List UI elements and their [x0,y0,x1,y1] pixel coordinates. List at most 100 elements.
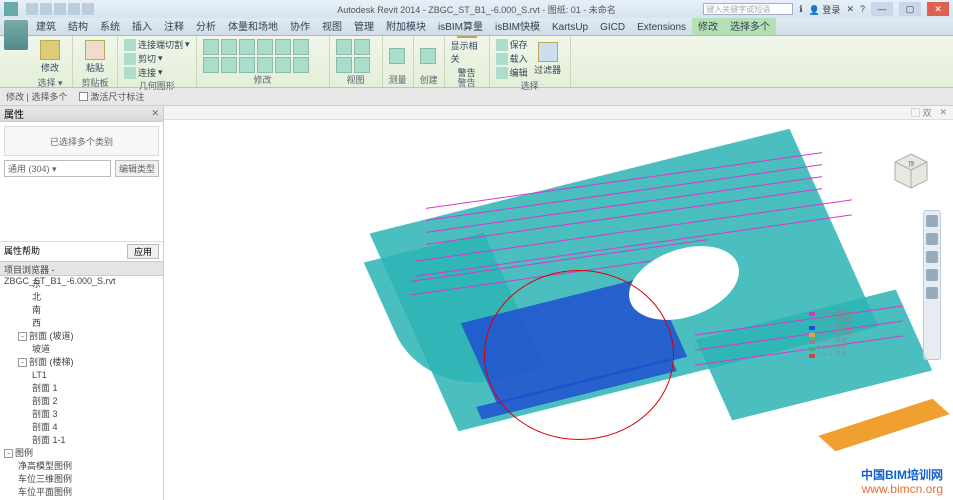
tab-massing[interactable]: 体量和场地 [222,16,284,35]
type-selector[interactable]: 通用 (304) ▾ [4,160,111,177]
tab-isbim-model[interactable]: isBIM快模 [489,16,546,35]
view-tool3-icon[interactable] [336,57,352,73]
tree-node[interactable]: -图例 [4,447,163,460]
delete-icon[interactable] [293,57,309,73]
exchange-icon[interactable]: ✕ [846,4,854,15]
zoom-icon[interactable] [926,251,938,263]
panel-title-selection: 选择 [496,79,564,93]
panel-title-warning: 警告 [451,76,483,90]
tab-architecture[interactable]: 建筑 [30,16,62,35]
properties-close-icon[interactable]: ✕ [151,108,159,119]
tree-node[interactable]: 剖面 1 [4,382,163,395]
split-icon[interactable] [221,57,237,73]
pin-icon[interactable] [275,57,291,73]
pan-icon[interactable] [926,233,938,245]
activate-dims-checkbox[interactable]: 激活尺寸标注 [79,90,144,103]
tree-node[interactable]: -剖面 (坡道) [4,330,163,343]
tree-node[interactable]: 车位平面图例 [4,486,163,499]
window-close-button[interactable]: ✕ [927,2,949,16]
tree-node[interactable]: -剖面 (楼梯) [4,356,163,369]
tree-node[interactable]: 坡道 [4,343,163,356]
window-minimize-button[interactable]: — [871,2,893,16]
help-search-input[interactable]: 键入关键字或短语 [703,3,793,15]
window-maximize-button[interactable]: ▢ [899,2,921,16]
mirror-icon[interactable] [239,39,255,55]
options-context: 修改 | 选择多个 [6,90,67,103]
view-tool2-icon[interactable] [354,39,370,55]
cut-geom-button[interactable]: 剪切 ▾ [124,52,190,65]
annotation-circle [484,270,674,440]
tree-node[interactable]: LT1 [4,369,163,382]
tree-node[interactable]: 剖面 2 [4,395,163,408]
scale-icon[interactable] [257,57,273,73]
trim-icon[interactable] [203,57,219,73]
view-cube[interactable]: 顶 [889,150,933,194]
3d-model[interactable] [334,130,914,470]
modify-button[interactable]: 修改 [34,38,66,76]
cope-button[interactable]: 连接端切割 ▾ [124,38,190,51]
tab-select-multiple[interactable]: 选择多个 [724,16,776,35]
tab-systems[interactable]: 系统 [94,16,126,35]
orbit-icon[interactable] [926,269,938,281]
show-related-button[interactable]: 显示相关警告 [451,38,483,76]
tab-insert[interactable]: 插入 [126,16,158,35]
view-restore-icon[interactable]: ▢ 双 [911,106,932,119]
tab-structure[interactable]: 结构 [62,16,94,35]
view-tool-icon[interactable] [336,39,352,55]
tree-node[interactable]: 剖面 3 [4,408,163,421]
tab-extensions[interactable]: Extensions [631,20,692,35]
quick-access-toolbar[interactable] [26,3,94,15]
qat-print-icon[interactable] [82,3,94,15]
tree-node[interactable]: 北 [4,291,163,304]
qat-save-icon[interactable] [40,3,52,15]
qat-open-icon[interactable] [26,3,38,15]
copy-icon[interactable] [275,39,291,55]
tab-addins[interactable]: 附加模块 [380,16,432,35]
align-icon[interactable] [203,39,219,55]
panel-title-modify: 修改 [203,73,323,87]
properties-apply-button[interactable]: 应用 [127,244,159,259]
drawing-canvas[interactable]: ▢ 双 ✕ [164,106,953,500]
tree-node[interactable]: 净高模型图例 [4,460,163,473]
signin-button[interactable]: 👤 登录 [809,3,841,16]
application-menu-button[interactable] [4,20,28,50]
window-title: Autodesk Revit 2014 - ZBGC_ST_B1_-6.000_… [337,3,616,16]
tab-modify[interactable]: 修改 [692,16,724,35]
tree-node[interactable]: 南 [4,304,163,317]
edit-type-button[interactable]: 编辑类型 [115,160,159,177]
tab-view[interactable]: 视图 [316,16,348,35]
move-icon[interactable] [257,39,273,55]
qat-undo-icon[interactable] [54,3,66,15]
filter-button[interactable]: 过滤器 [532,40,564,78]
offset-icon[interactable] [221,39,237,55]
rotate-icon[interactable] [293,39,309,55]
tab-manage[interactable]: 管理 [348,16,380,35]
tree-node[interactable]: 车位三维图例 [4,473,163,486]
paste-button[interactable]: 粘贴 [79,38,111,76]
array-icon[interactable] [239,57,255,73]
tab-isbim-qty[interactable]: isBIM算量 [432,16,489,35]
navigation-bar[interactable] [923,210,941,360]
steering-wheel-icon[interactable] [926,215,938,227]
tab-analyze[interactable]: 分析 [190,16,222,35]
load-sel-button[interactable]: 载入 [496,52,528,65]
qat-redo-icon[interactable] [68,3,80,15]
edit-sel-button[interactable]: 编辑 [496,66,528,79]
tab-kartsup[interactable]: KartsUp [546,20,594,35]
save-sel-button[interactable]: 保存 [496,38,528,51]
tree-node[interactable]: 剖面 4 [4,421,163,434]
tab-annotate[interactable]: 注释 [158,16,190,35]
view-close-icon[interactable]: ✕ [939,107,947,118]
tab-collaborate[interactable]: 协作 [284,16,316,35]
lookat-icon[interactable] [926,287,938,299]
infocenter-icon[interactable]: ℹ [799,4,802,15]
properties-help-link[interactable]: 属性帮助 [4,244,40,259]
tree-node[interactable]: 剖面 1-1 [4,434,163,447]
measure-icon[interactable] [389,48,405,64]
join-geom-button[interactable]: 连接 ▾ [124,66,190,79]
create-icon[interactable] [420,48,436,64]
tree-node[interactable]: 西 [4,317,163,330]
help-icon[interactable]: ? [860,4,865,14]
tab-gicd[interactable]: GICD [594,20,631,35]
view-tool4-icon[interactable] [354,57,370,73]
